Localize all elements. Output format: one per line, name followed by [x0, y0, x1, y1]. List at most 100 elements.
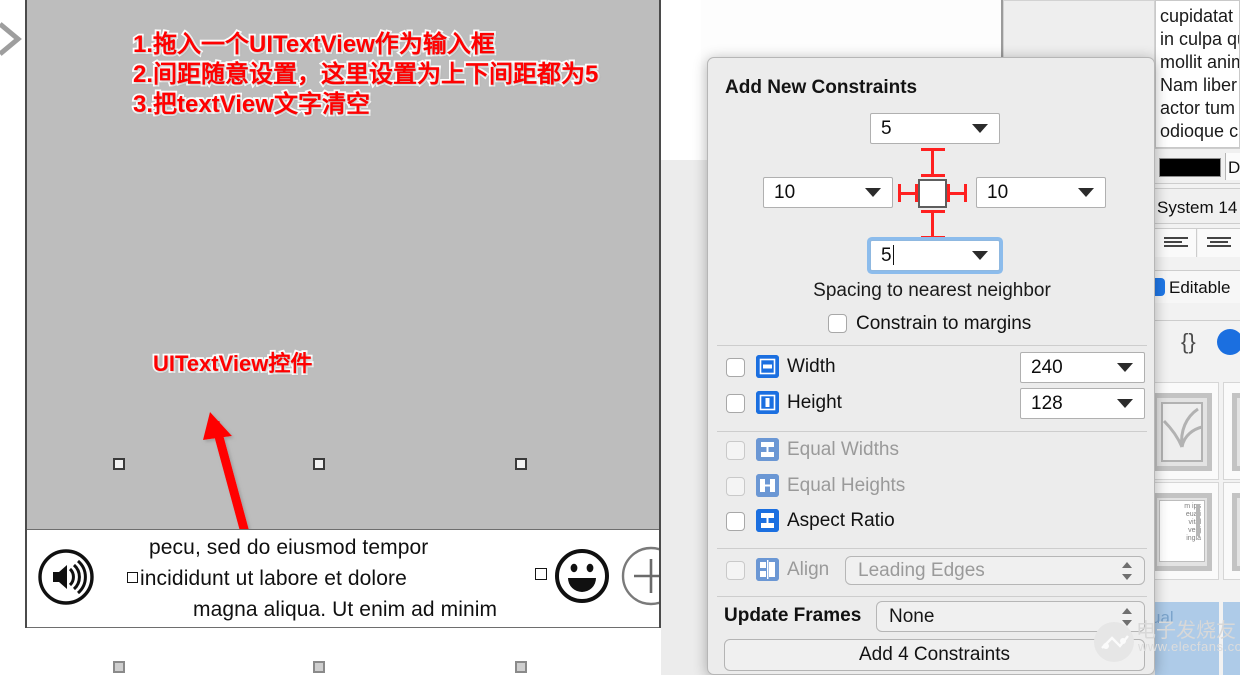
width-value: 240	[1031, 356, 1063, 378]
align-icon	[756, 558, 779, 581]
image-placeholder-icon	[1161, 402, 1203, 462]
align-left-icon[interactable]	[1155, 229, 1197, 257]
height-label: Height	[787, 392, 842, 413]
selected-thumbnail[interactable]	[1223, 602, 1240, 675]
divider	[717, 596, 1147, 597]
align-center-icon[interactable]	[1198, 229, 1240, 257]
align-label: Align	[787, 559, 830, 580]
width-checkbox[interactable]	[726, 358, 745, 377]
font-label[interactable]: System 14	[1157, 198, 1237, 218]
preview-thumbnail[interactable]	[1223, 382, 1240, 480]
right-spacing-value: 10	[987, 181, 1009, 203]
right-hbeam-cap2	[964, 184, 967, 202]
selection-handle-below[interactable]	[515, 661, 527, 673]
update-frames-value: None	[889, 605, 935, 627]
braces-icon[interactable]: {}	[1181, 329, 1196, 355]
add-constraints-button[interactable]: Add 4 Constraints	[724, 639, 1145, 671]
divider	[717, 431, 1147, 432]
text-cursor	[892, 244, 895, 265]
constraint-center-box	[918, 179, 947, 208]
data-detectors-row[interactable]: {}	[1155, 320, 1240, 367]
height-value: 128	[1031, 392, 1063, 414]
annotation-line-3: 3.把textView文字清空	[131, 89, 372, 120]
constrain-to-margins-checkbox[interactable]	[828, 314, 847, 333]
thumbnail-text-line: venj	[1188, 527, 1201, 534]
height-checkbox[interactable]	[726, 394, 745, 413]
divider	[717, 548, 1147, 549]
left-gutter	[0, 0, 24, 675]
update-frames-select[interactable]: None	[876, 601, 1145, 632]
selected-thumbnail-label: ual	[1155, 608, 1174, 627]
stepper-chevrons-icon	[1118, 558, 1136, 584]
chevron-down-icon	[1117, 399, 1133, 408]
inspector-text-line: odioque ci	[1160, 121, 1240, 141]
annotation-line-1: 1.拖入一个UITextView作为输入框	[131, 29, 496, 60]
right-spacing-combo[interactable]: 10	[976, 177, 1106, 208]
text-content-field[interactable]: cupidatat n in culpa qu mollit anim Nam lib…	[1155, 0, 1240, 148]
popover-title: Add New Constraints	[725, 77, 918, 98]
chevron-down-icon	[1078, 188, 1094, 197]
annotation-line-2: 2.间距随意设置，这里设置为上下间距都为5	[131, 59, 600, 90]
detect-data-icon[interactable]	[1217, 329, 1240, 355]
preview-thumbnail[interactable]	[1155, 382, 1219, 480]
selection-handle-below[interactable]	[313, 661, 325, 673]
selection-handle-below[interactable]	[113, 661, 125, 673]
message-line-1: pecu, sed do eiusmod tempor	[149, 536, 429, 559]
inspector-text-line: in culpa qu	[1160, 29, 1240, 49]
chevron-down-icon	[972, 251, 988, 260]
width-constraint-icon	[756, 355, 779, 378]
equal-heights-icon	[756, 474, 779, 497]
message-input-bar[interactable]: pecu, sed do eiusmod tempor incididunt u…	[27, 529, 659, 628]
design-canvas[interactable]: 1.拖入一个UITextView作为输入框 2.间距随意设置，这里设置为上下间距…	[25, 0, 661, 628]
attributes-inspector[interactable]: cupidatat n in culpa qu mollit anim Nam lib…	[1155, 0, 1240, 675]
spacing-caption: Spacing to nearest neighbor	[813, 280, 1051, 301]
thumbnail-text-line: euati	[1185, 511, 1201, 518]
top-spacing-combo[interactable]: 5	[870, 113, 1000, 144]
stepper-chevrons-icon	[1118, 604, 1136, 630]
annotation-arrow-icon	[203, 412, 252, 542]
height-value-combo[interactable]: 128	[1020, 388, 1145, 419]
smiley-face-icon[interactable]	[552, 546, 612, 606]
disclosure-arrow-icon[interactable]	[0, 18, 28, 60]
thumbnail-text-line: vital	[1188, 519, 1201, 526]
equal-heights-checkbox[interactable]	[726, 477, 745, 496]
speaker-volume-icon[interactable]	[37, 548, 95, 606]
height-constraint-icon	[756, 391, 779, 414]
inspector-text-line: cupidatat n	[1160, 6, 1240, 26]
thumbnail-text-line: m ips	[1184, 503, 1201, 510]
left-spacing-combo[interactable]: 10	[763, 177, 893, 208]
inspector-text-line: mollit anim	[1160, 52, 1240, 72]
equal-widths-icon	[756, 438, 779, 461]
align-value: Leading Edges	[858, 559, 985, 581]
chevron-down-icon	[972, 124, 988, 133]
width-value-combo[interactable]: 240	[1020, 352, 1145, 383]
selection-handle[interactable]	[515, 458, 527, 470]
annotation-widget-label: UITextView控件	[151, 349, 314, 378]
editable-row[interactable]: Editable	[1155, 270, 1240, 303]
equal-widths-checkbox[interactable]	[726, 441, 745, 460]
equal-heights-label: Equal Heights	[787, 475, 906, 496]
aspect-ratio-checkbox[interactable]	[726, 512, 745, 531]
top-spacing-value: 5	[881, 117, 892, 139]
selection-handle[interactable]	[313, 458, 325, 470]
editable-checkbox[interactable]	[1155, 278, 1165, 296]
chevron-down-icon	[1117, 363, 1133, 372]
add-new-constraints-popover[interactable]: Add New Constraints 5 10 10 5 Spacing to…	[707, 57, 1155, 675]
plus-circle-icon[interactable]	[619, 544, 659, 608]
aspect-ratio-icon	[756, 509, 779, 532]
text-color-swatch[interactable]	[1159, 158, 1221, 177]
message-line-3: magna aliqua. Ut enim ad minim	[193, 598, 498, 621]
preview-thumbnail[interactable]: m ips euati vital venj ingia	[1155, 482, 1219, 580]
preview-thumbnail[interactable]	[1223, 482, 1240, 580]
align-checkbox[interactable]	[726, 561, 745, 580]
editable-label: Editable	[1169, 278, 1231, 297]
width-label: Width	[787, 356, 836, 377]
selection-handle[interactable]	[113, 458, 125, 470]
message-line-2: incididunt ut labore et dolore	[127, 563, 517, 594]
thumbnail-text-line: ingia	[1186, 535, 1201, 542]
align-select[interactable]: Leading Edges	[845, 556, 1145, 585]
bottom-spacing-combo[interactable]: 5	[870, 240, 1000, 271]
aspect-ratio-label: Aspect Ratio	[787, 510, 895, 531]
alignment-button-group[interactable]	[1155, 228, 1240, 257]
text-marker-icon	[535, 568, 547, 580]
